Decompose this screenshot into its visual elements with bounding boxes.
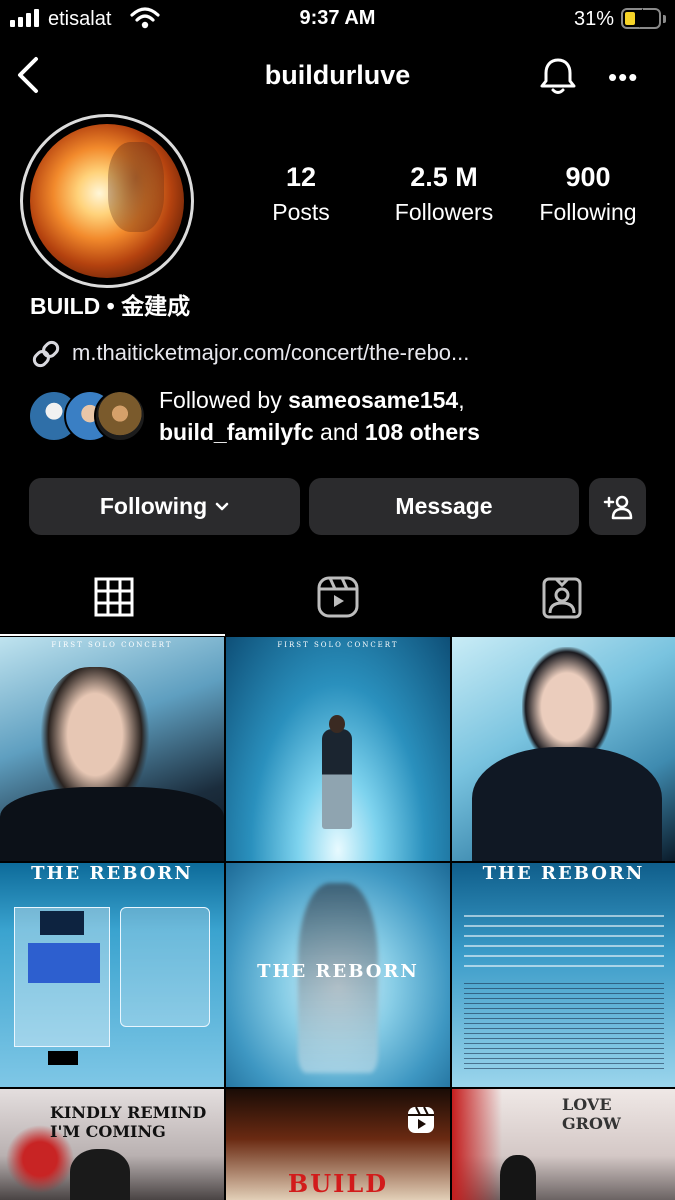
add-person-button[interactable] [589, 478, 646, 535]
posts-grid: FIRST SOLO CONCERT FIRST SOLO CONCERT TH… [0, 637, 675, 1200]
post-thumbnail[interactable]: THE REBORN [226, 863, 450, 1087]
mutual-others[interactable]: 108 others [365, 419, 480, 445]
post-caption: LOVE GROW [562, 1095, 621, 1133]
profile-link[interactable]: m.thaiticketmajor.com/concert/the-rebo..… [72, 340, 469, 366]
mutual-avatar [94, 390, 146, 442]
following-button[interactable]: Following [29, 478, 300, 535]
grid-icon [94, 577, 134, 617]
message-button[interactable]: Message [309, 478, 579, 535]
status-bar: etisalat 9:37 AM 31% [0, 0, 675, 38]
tagged-tab[interactable] [538, 575, 586, 619]
posts-label: Posts [272, 199, 330, 225]
following-label: Following [539, 199, 637, 225]
followers-label: Followers [394, 199, 494, 225]
following-count: 900 [565, 162, 611, 192]
post-caption: KINDLY REMIND I'M COMING [50, 1103, 207, 1141]
posts-stat[interactable]: 12 Posts [226, 162, 376, 226]
reel-icon [408, 1106, 434, 1133]
battery-percent: 31% [574, 8, 615, 30]
mutual-followers-avatars[interactable] [28, 390, 148, 442]
reels-icon [317, 576, 359, 618]
followers-stat[interactable]: 2.5 M Followers [369, 162, 519, 226]
battery-charging-icon [621, 8, 661, 29]
message-button-label: Message [395, 493, 493, 519]
posts-count: 12 [285, 162, 317, 192]
more-icon[interactable]: ••• [608, 62, 638, 93]
followed-by-mid: and [313, 419, 365, 445]
followed-by-prefix: Followed by [159, 387, 289, 413]
battery-tip [663, 15, 666, 23]
post-thumbnail[interactable]: BUILD [226, 1089, 450, 1200]
post-thumbnail[interactable]: KINDLY REMIND I'M COMING [0, 1089, 224, 1200]
followers-count: 2.5 M [410, 162, 478, 192]
mutual-user-2[interactable]: build_familyfc [159, 419, 314, 445]
post-thumbnail[interactable]: THE REBORN [0, 863, 224, 1087]
post-caption: FIRST SOLO CONCERT [51, 641, 173, 649]
active-tab-indicator [0, 634, 225, 636]
chevron-down-icon [215, 502, 229, 510]
post-caption: BUILD [287, 1169, 389, 1198]
post-thumbnail[interactable]: THE REBORN [452, 863, 675, 1087]
post-caption: THE REBORN [31, 863, 193, 884]
post-thumbnail[interactable]: FIRST SOLO CONCERT [226, 637, 450, 861]
post-thumbnail[interactable] [452, 637, 675, 861]
post-thumbnail[interactable]: LOVE GROW [452, 1089, 675, 1200]
post-caption: THE REBORN [257, 961, 419, 982]
grid-tab[interactable] [90, 575, 138, 619]
following-stat[interactable]: 900 Following [513, 162, 663, 226]
post-thumbnail[interactable]: FIRST SOLO CONCERT [0, 637, 224, 861]
post-caption: FIRST SOLO CONCERT [277, 641, 399, 649]
mutual-user-1[interactable]: sameosame154 [288, 387, 458, 413]
following-button-label: Following [99, 493, 208, 519]
link-icon [32, 340, 60, 368]
bell-icon[interactable] [538, 56, 578, 96]
avatar[interactable] [30, 124, 184, 278]
tagged-icon [542, 577, 582, 619]
profile-full-name: BUILD • 金建成 [30, 293, 191, 319]
followed-by-sep: , [458, 387, 465, 413]
followed-by-text[interactable]: Followed by sameosame154, build_familyfc… [159, 384, 480, 448]
post-caption: THE REBORN [482, 863, 645, 884]
reels-tab[interactable] [314, 575, 362, 619]
add-person-icon [603, 495, 632, 519]
